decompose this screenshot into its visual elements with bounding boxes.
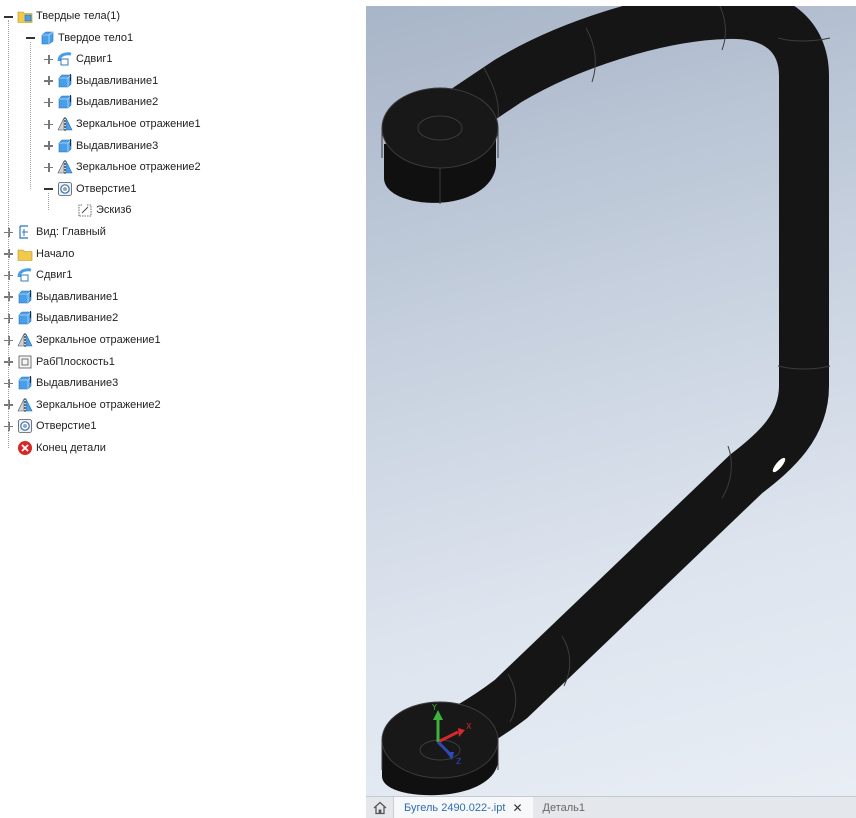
browser-node-label: Вид: Главный [36, 226, 106, 238]
browser-node-label: Отверстие1 [36, 420, 97, 433]
browser-node[interactable]: Зеркальное отражение1 [44, 114, 201, 134]
browser-node[interactable]: Вид: Главный [4, 222, 106, 242]
document-tab-label: Бугель 2490.022-.ipt [404, 801, 506, 814]
triad-x-label: X [466, 722, 472, 731]
extrude-icon [57, 73, 73, 89]
document-tab-bar: Бугель 2490.022-.ipt ✕ Деталь1 [366, 796, 856, 818]
top-eye-boss [381, 87, 499, 204]
browser-node-label: Выдавливание3 [76, 139, 159, 152]
mirror-icon [17, 397, 33, 413]
end-of-part-icon [17, 440, 33, 456]
work-plane-icon [17, 354, 33, 370]
browser-node[interactable]: Выдавливание3 [4, 373, 118, 393]
browser-node-label: Выдавливание1 [36, 290, 119, 303]
browser-node-label: РабПлоскость1 [36, 355, 115, 368]
browser-node[interactable]: Сдвиг1 [4, 265, 72, 285]
mirror-icon [17, 332, 33, 348]
browser-node-label: Эскиз6 [96, 204, 132, 217]
browser-node[interactable]: Выдавливание1 [44, 71, 158, 91]
model-browser: Твердые тела(1) Твердое тело1 Сдвиг1 Выдавл… [0, 0, 366, 818]
expand-icon[interactable] [44, 119, 53, 129]
expand-icon[interactable] [44, 162, 53, 172]
solid-bodies-folder-icon [17, 8, 33, 24]
tree-guide-line [8, 20, 9, 448]
browser-node[interactable]: Выдавливание3 [44, 136, 158, 156]
browser-node-label: Начало [36, 247, 75, 260]
browser-node[interactable]: Зеркальное отражение2 [44, 157, 201, 177]
mirror-icon [57, 116, 73, 132]
triad-y-label: Y [431, 703, 437, 712]
browser-node[interactable]: Отверстие1 [4, 416, 96, 436]
extrude-icon [17, 289, 33, 305]
hole-icon [17, 418, 33, 434]
browser-node-label: Зеркальное отражение1 [36, 334, 161, 346]
browser-node[interactable]: Сдвиг1 [44, 49, 112, 69]
mirror-icon [57, 159, 73, 175]
browser-node[interactable]: Эскиз6 [64, 200, 132, 220]
extrude-icon [57, 138, 73, 154]
browser-node[interactable]: Зеркальное отражение2 [4, 395, 161, 415]
part-model-view: X Y Z [381, 6, 831, 796]
expand-icon[interactable] [44, 141, 53, 151]
solid-body-icon [39, 30, 55, 46]
tree-guide-line [48, 192, 49, 211]
browser-node-label: Зеркальное отражение2 [76, 161, 201, 174]
document-tab-label: Деталь1 [542, 801, 586, 814]
view-rep-icon [17, 224, 33, 240]
extrude-icon [57, 94, 73, 110]
browser-node-label: Выдавливание2 [76, 96, 159, 109]
home-tab[interactable] [366, 796, 394, 818]
browser-node[interactable]: Начало [4, 244, 74, 264]
extrude-icon [17, 310, 33, 326]
browser-node[interactable]: Выдавливание1 [4, 287, 118, 307]
browser-node-label: Зеркальное отражение1 [76, 118, 201, 130]
browser-node-label: Выдавливание1 [76, 74, 159, 87]
triad-z-label: Z [456, 757, 462, 766]
sweep-icon [17, 267, 33, 283]
browser-node-label: Сдвиг1 [36, 269, 73, 282]
browser-node[interactable]: Твердые тела(1) [4, 6, 120, 26]
expand-icon[interactable] [44, 97, 53, 107]
document-tab-inactive[interactable]: Деталь1 [533, 797, 596, 818]
browser-node[interactable]: Выдавливание2 [44, 92, 158, 112]
browser-node-label: Выдавливание2 [36, 312, 119, 325]
home-icon [373, 801, 386, 814]
browser-node-label: Зеркальное отражение2 [36, 398, 161, 411]
browser-node[interactable]: Конец детали [4, 438, 106, 458]
browser-node-label: Отверстие1 [76, 182, 137, 195]
browser-node-label: Твердое тело1 [58, 31, 134, 44]
browser-node[interactable]: Выдавливание2 [4, 308, 118, 328]
browser-node-label: Сдвиг1 [76, 53, 113, 66]
expand-icon[interactable] [44, 54, 53, 64]
expand-icon[interactable] [44, 76, 53, 86]
origin-folder-icon [17, 246, 33, 262]
browser-node-label: Конец детали [36, 442, 106, 454]
hole-icon [57, 181, 73, 197]
browser-node-label: Выдавливание3 [36, 377, 119, 390]
sketch-icon [77, 202, 93, 218]
body-section-edges [483, 6, 831, 723]
document-tab-active[interactable]: Бугель 2490.022-.ipt ✕ [394, 796, 533, 818]
sweep-icon [57, 51, 73, 67]
browser-node-label: Твердые тела(1) [36, 10, 121, 22]
browser-node[interactable]: РабПлоскость1 [4, 352, 115, 372]
graphics-viewport[interactable]: X Y Z [366, 6, 856, 796]
extrude-icon [17, 375, 33, 391]
browser-node[interactable]: Зеркальное отражение1 [4, 330, 161, 350]
tree-guide-line [30, 41, 31, 189]
browser-node[interactable]: Твердое тело1 [26, 28, 133, 48]
close-tab-icon[interactable]: ✕ [512, 801, 522, 815]
browser-node[interactable]: Отверстие1 [44, 179, 136, 199]
